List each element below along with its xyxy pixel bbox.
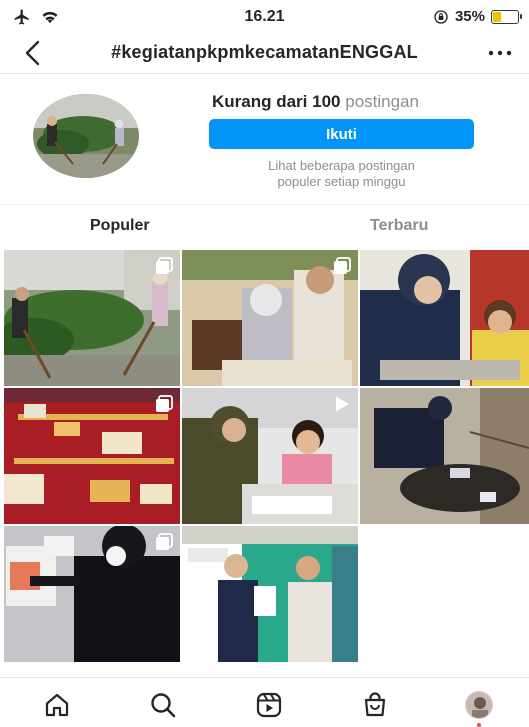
nav-home[interactable] — [42, 690, 72, 720]
notification-dot — [477, 723, 481, 727]
status-bar: 16.21 35% — [0, 0, 529, 36]
feed-tabs: Populer Terbaru — [0, 204, 529, 248]
post-thumbnail[interactable] — [182, 526, 358, 662]
orientation-lock-icon — [434, 9, 448, 24]
carousel-icon — [156, 257, 173, 274]
nav-reels[interactable] — [254, 690, 284, 720]
nav-shop[interactable] — [360, 690, 390, 720]
follow-note: Lihat beberapa postingan populer setiap … — [209, 158, 474, 190]
status-right: 35% — [433, 8, 522, 25]
follow-button[interactable]: Ikuti — [209, 119, 474, 149]
nav-search[interactable] — [148, 690, 178, 720]
hashtag-avatar — [33, 94, 139, 178]
battery-level — [493, 11, 502, 22]
profile-avatar — [465, 691, 493, 719]
carousel-icon — [334, 257, 351, 274]
video-play-icon — [336, 396, 349, 412]
tab-recent[interactable]: Terbaru — [370, 217, 428, 235]
hashtag-title: #kegiatanpkpmkecamatanENGGAL — [111, 42, 418, 62]
nav-profile[interactable] — [464, 690, 494, 727]
bottom-nav — [0, 677, 529, 727]
follow-note-line2: populer setiap minggu — [277, 174, 406, 189]
reels-icon — [256, 692, 282, 718]
carousel-icon — [156, 395, 173, 412]
post-thumbnail[interactable] — [182, 250, 358, 386]
post-count-value: Kurang dari 100 — [212, 92, 341, 111]
battery-percent: 35% — [454, 8, 485, 25]
tab-popular[interactable]: Populer — [90, 217, 150, 235]
shop-icon — [364, 692, 386, 717]
battery-icon — [491, 9, 522, 24]
carousel-icon — [156, 533, 173, 550]
post-thumbnail[interactable] — [182, 388, 358, 524]
post-count-unit: postingan — [345, 92, 419, 111]
home-icon — [45, 693, 69, 717]
post-thumbnail[interactable] — [4, 388, 180, 524]
post-thumbnail[interactable] — [360, 250, 529, 386]
post-thumbnail[interactable] — [4, 526, 180, 662]
search-icon — [151, 693, 176, 718]
more-options-button[interactable] — [483, 38, 517, 68]
post-thumbnail[interactable] — [4, 250, 180, 386]
follow-note-line1: Lihat beberapa postingan — [268, 158, 415, 173]
post-count: Kurang dari 100 postingan — [212, 92, 419, 112]
post-thumbnail[interactable] — [360, 388, 529, 524]
hashtag-info: Kurang dari 100 postingan Ikuti Lihat be… — [0, 74, 529, 204]
post-grid — [4, 250, 529, 662]
more-horizontal-icon — [488, 50, 512, 56]
top-header: #kegiatanpkpmkecamatanENGGAL — [0, 36, 529, 74]
